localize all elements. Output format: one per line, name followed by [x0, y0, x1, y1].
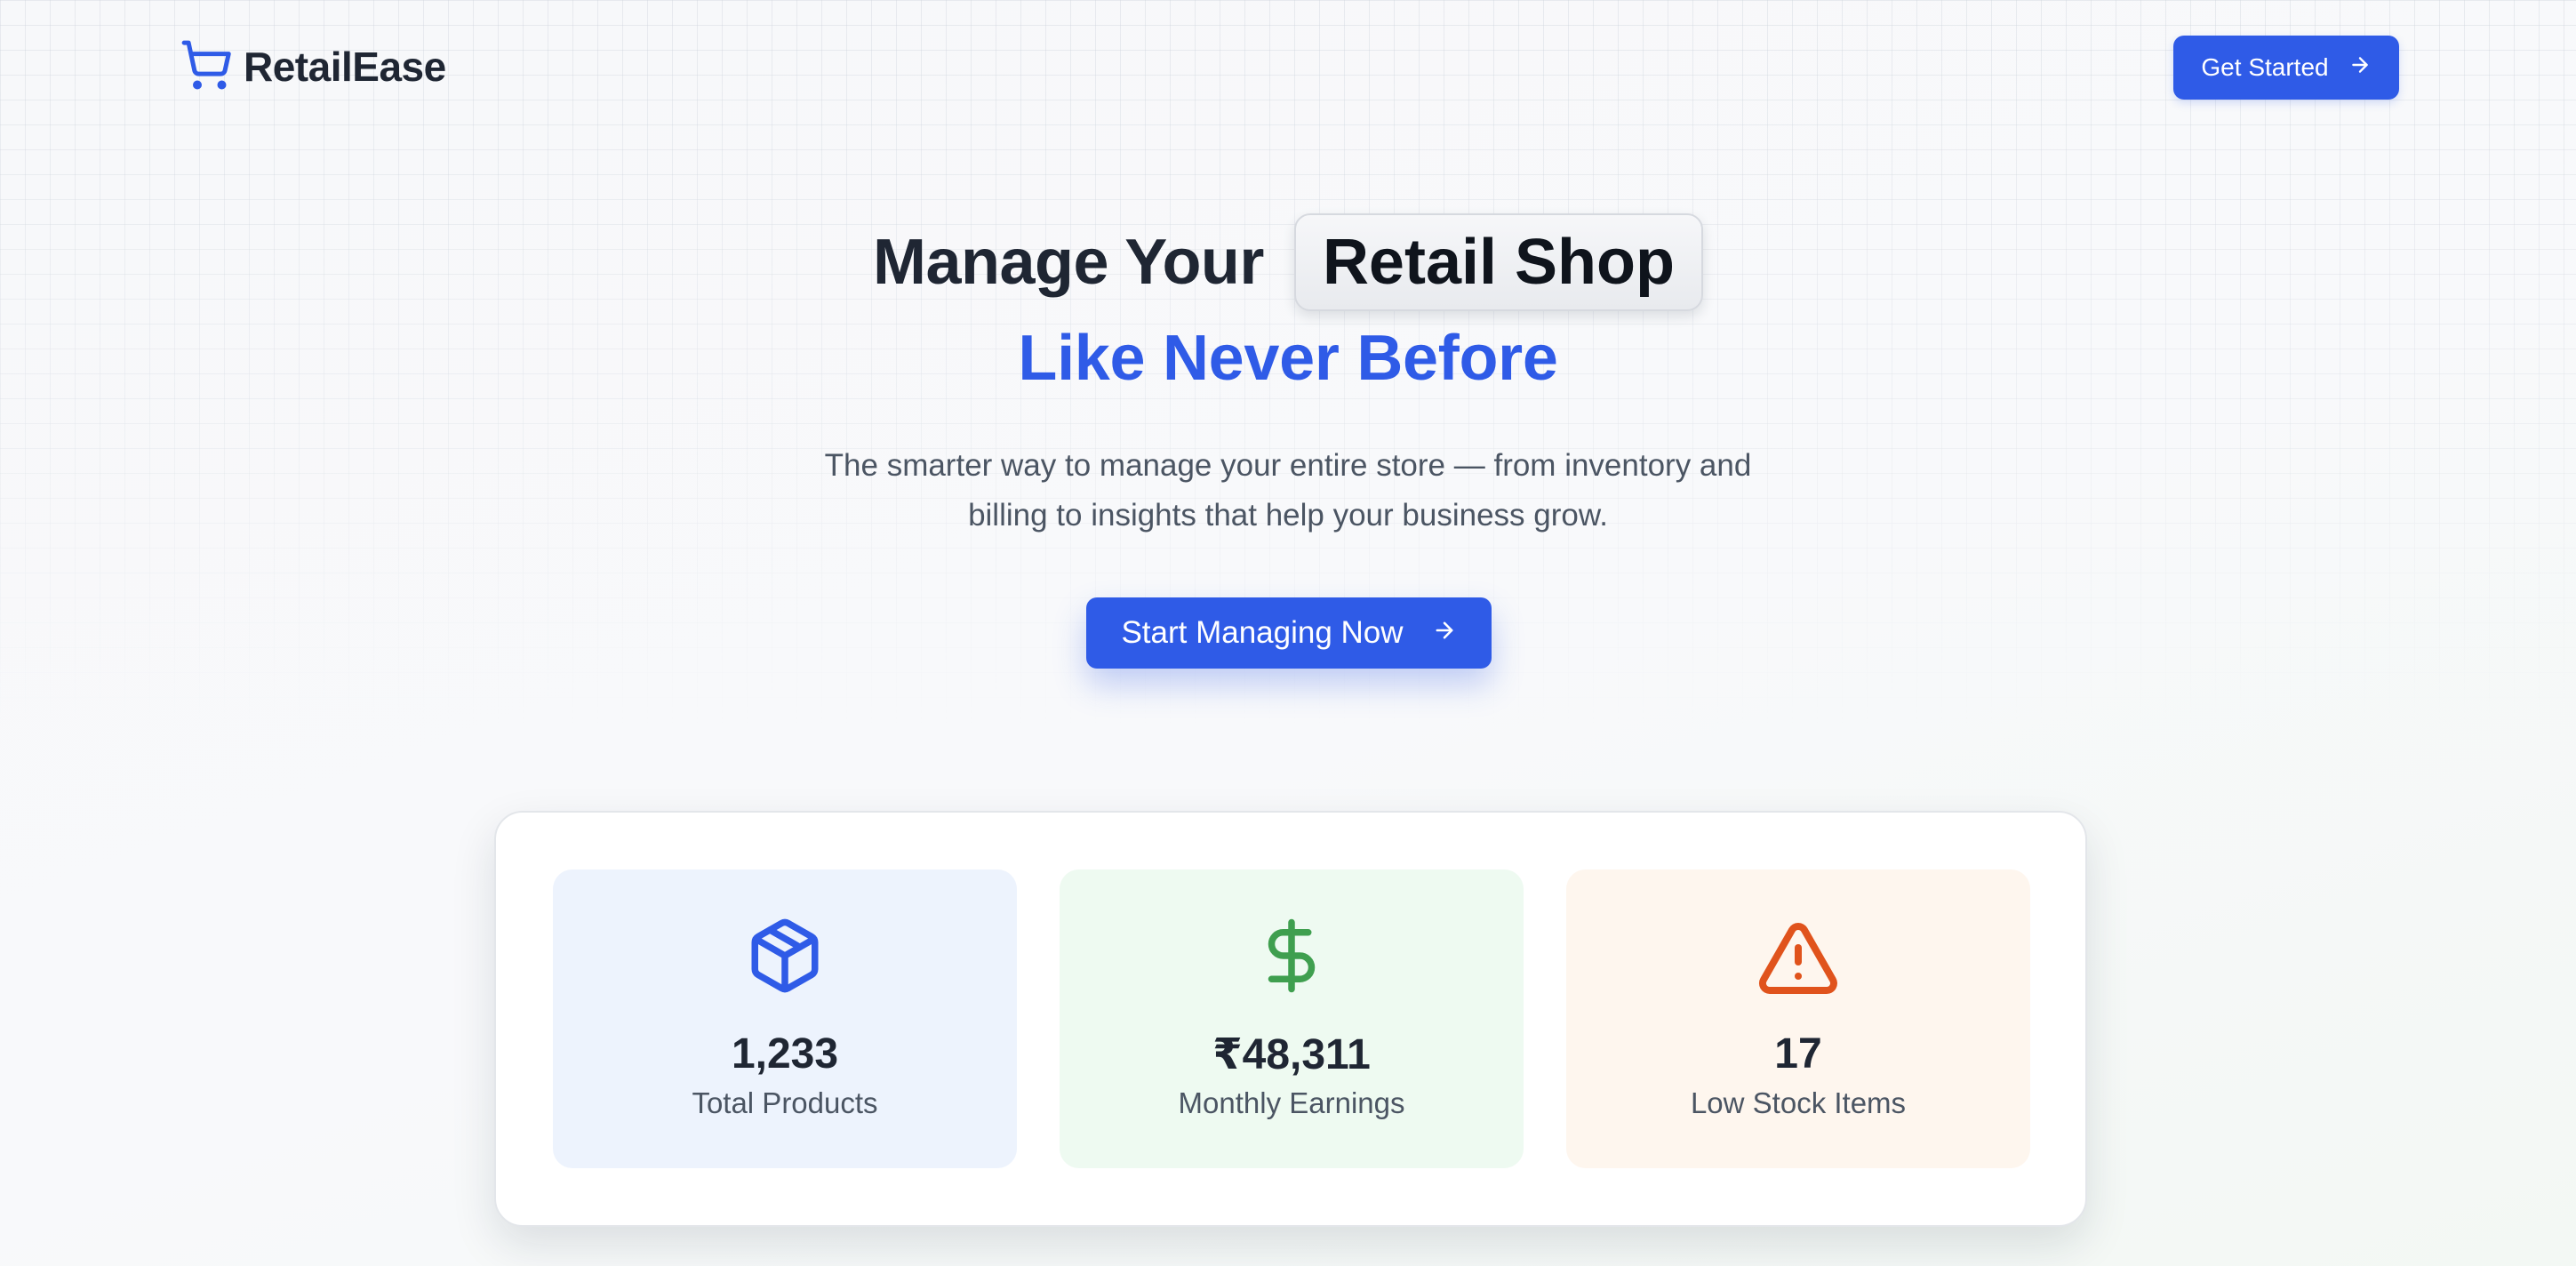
hero-subtitle-line2: billing to insights that help your busin…	[968, 498, 1608, 533]
arrow-right-icon	[2348, 53, 2372, 83]
hero-subtitle-line1: The smarter way to manage your entire st…	[824, 448, 1752, 483]
stat-card-monthly-earnings: ₹48,311 Monthly Earnings	[1060, 869, 1524, 1168]
get-started-label: Get Started	[2201, 53, 2329, 81]
brand-name: RetailEase	[244, 44, 446, 90]
brand-logo-link[interactable]: RetailEase	[180, 36, 446, 98]
stat-value: 1,233	[731, 1030, 839, 1078]
warning-triangle-icon	[1566, 916, 2030, 1001]
stat-value: 17	[1774, 1030, 1822, 1078]
get-started-button[interactable]: Get Started	[2173, 36, 2399, 100]
hero-section: Manage Your Retail Shop Like Never Befor…	[0, 204, 2576, 541]
stat-label: Total Products	[692, 1086, 878, 1119]
arrow-right-icon	[1432, 615, 1457, 651]
start-managing-label: Start Managing Now	[1121, 615, 1404, 650]
shopping-cart-icon	[180, 38, 233, 96]
stat-label: Monthly Earnings	[1178, 1086, 1405, 1119]
package-box-icon	[553, 916, 1017, 996]
dollar-sign-icon	[1060, 916, 1524, 996]
hero-title-accent: Like Never Before	[1018, 323, 1558, 394]
hero-title-highlight: Retail Shop	[1293, 213, 1703, 311]
stat-value: ₹48,311	[1212, 1031, 1371, 1078]
stat-card-total-products: 1,233 Total Products	[553, 869, 1017, 1168]
stat-card-low-stock: 17 Low Stock Items	[1566, 869, 2030, 1168]
hero-title-lead: Manage Your	[873, 227, 1264, 298]
hero-title: Manage Your Retail Shop	[0, 204, 2576, 320]
hero-subtitle: The smarter way to manage your entire st…	[799, 441, 1777, 541]
stats-panel: 1,233 Total Products ₹48,311 Monthly Ear…	[494, 811, 2087, 1227]
stat-label: Low Stock Items	[1690, 1086, 1907, 1119]
start-managing-button[interactable]: Start Managing Now	[1086, 597, 1492, 669]
navbar: RetailEase Get Started	[0, 0, 2576, 133]
